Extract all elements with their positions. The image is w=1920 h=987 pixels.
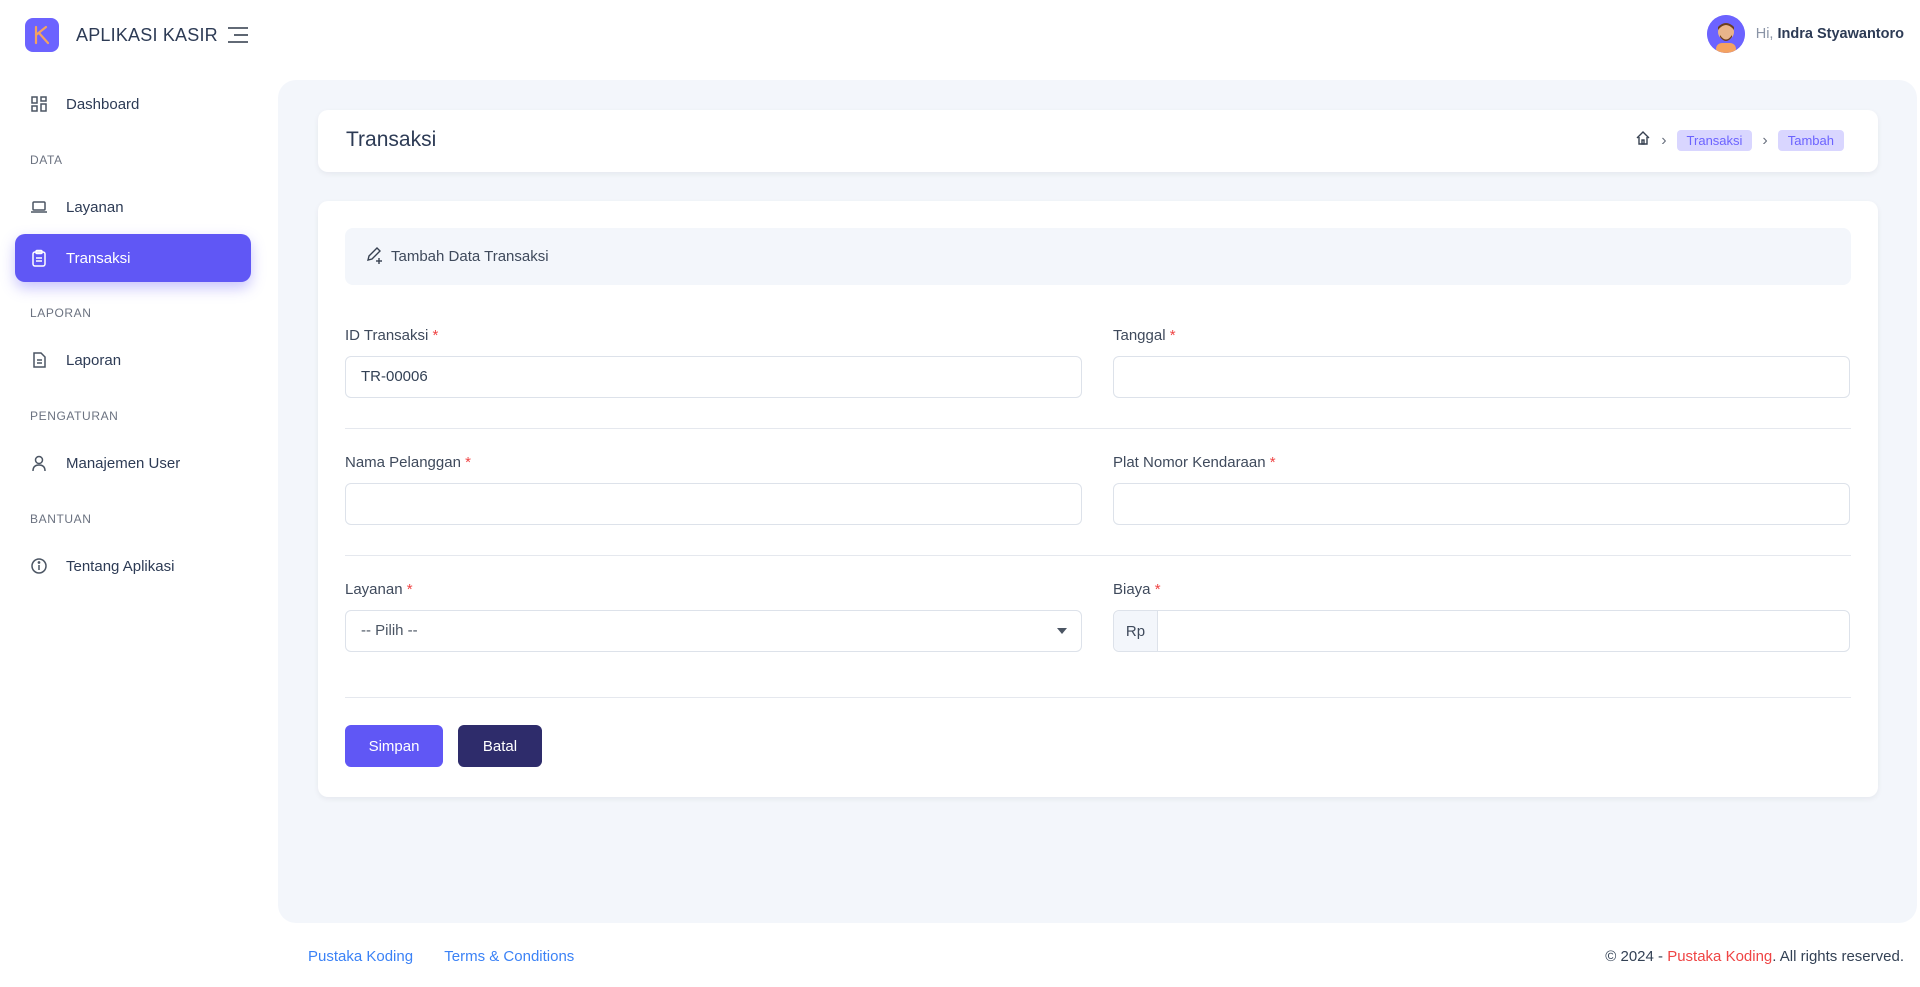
cancel-button[interactable]: Batal [458, 725, 542, 767]
nav-section-laporan: LAPORAN [30, 306, 92, 320]
currency-prefix: Rp [1114, 611, 1158, 651]
info-icon [29, 556, 49, 576]
sidebar-item-layanan[interactable]: Layanan [15, 183, 251, 231]
footer-link-pustaka[interactable]: Pustaka Koding [308, 948, 413, 965]
sidebar-item-laporan[interactable]: Laporan [15, 336, 251, 384]
tanggal-field[interactable] [1113, 356, 1850, 398]
biaya-input-group: Rp [1113, 610, 1850, 652]
user-menu[interactable]: Hi, Indra Styawantoro [1706, 15, 1905, 53]
biaya-field[interactable] [1158, 611, 1849, 651]
sidebar-item-transaksi[interactable]: Transaksi [15, 234, 251, 282]
copyright: © 2024 - Pustaka Koding. All rights rese… [1605, 948, 1904, 965]
sidebar-item-manajemen-user[interactable]: Manajemen User [15, 439, 251, 487]
nav-section-bantuan: BANTUAN [30, 512, 92, 526]
nav-section-data: DATA [30, 153, 63, 167]
caret-down-icon [1057, 628, 1067, 634]
breadcrumb-item-transaksi[interactable]: Transaksi [1676, 130, 1753, 151]
plat-nomor-label: Plat Nomor Kendaraan * [1113, 454, 1276, 471]
page-header-card: Transaksi › Transaksi › Tambah [318, 110, 1878, 172]
sidebar-item-tentang[interactable]: Tentang Aplikasi [15, 542, 251, 590]
document-icon [29, 350, 49, 370]
user-icon [29, 453, 49, 473]
nav-section-pengaturan: PENGATURAN [30, 409, 119, 423]
layanan-label: Layanan * [345, 581, 413, 598]
chevron-right-icon: › [1661, 131, 1667, 149]
form-title: Tambah Data Transaksi [391, 248, 549, 265]
page-title: Transaksi [346, 128, 437, 151]
user-name: Indra Styawantoro [1777, 26, 1905, 42]
breadcrumb: › Transaksi › Tambah [1635, 130, 1844, 151]
menu-toggle-icon[interactable] [226, 26, 250, 44]
form-header: Tambah Data Transaksi [345, 228, 1851, 285]
layanan-select[interactable]: -- Pilih -- [345, 610, 1082, 652]
divider [345, 428, 1851, 429]
form-card: Tambah Data Transaksi ID Transaksi * TR-… [318, 201, 1878, 797]
nama-pelanggan-field[interactable] [345, 483, 1082, 525]
footer-link-terms[interactable]: Terms & Conditions [444, 948, 574, 965]
grid-icon [29, 94, 49, 114]
plat-nomor-field[interactable] [1113, 483, 1850, 525]
home-icon[interactable] [1635, 130, 1651, 151]
id-transaksi-label: ID Transaksi * [345, 327, 439, 344]
user-greeting: Hi, Indra Styawantoro [1755, 26, 1905, 42]
sidebar-item-dashboard[interactable]: Dashboard [15, 80, 251, 128]
brand[interactable]: APLIKASI KASIR [25, 18, 218, 52]
edit-icon [365, 246, 383, 268]
avatar [1706, 15, 1745, 53]
save-button[interactable]: Simpan [345, 725, 443, 767]
laptop-icon [29, 197, 49, 217]
breadcrumb-item-tambah: Tambah [1777, 130, 1844, 151]
nama-pelanggan-label: Nama Pelanggan * [345, 454, 471, 471]
footer-links: Pustaka Koding Terms & Conditions [308, 948, 574, 965]
app-logo-icon [25, 18, 59, 52]
divider [345, 555, 1851, 556]
id-transaksi-field[interactable]: TR-00006 [345, 356, 1082, 398]
chevron-right-icon: › [1762, 131, 1768, 149]
divider [345, 697, 1851, 698]
clipboard-icon [29, 248, 49, 268]
app-title: APLIKASI KASIR [76, 24, 218, 45]
tanggal-label: Tanggal * [1113, 327, 1176, 344]
copyright-brand-link[interactable]: Pustaka Koding [1667, 948, 1772, 965]
biaya-label: Biaya * [1113, 581, 1161, 598]
